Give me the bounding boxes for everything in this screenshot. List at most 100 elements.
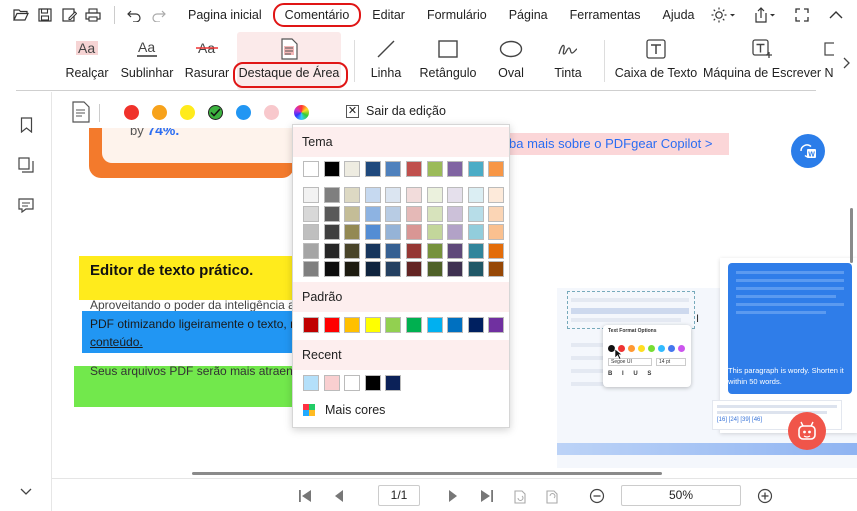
- theme-shade-swatch[interactable]: [488, 261, 505, 277]
- theme-shade-swatch[interactable]: [364, 205, 381, 222]
- save-as-icon[interactable]: [58, 4, 80, 26]
- theme-shade-swatch[interactable]: [447, 261, 464, 277]
- sidebar-expand-icon[interactable]: [14, 480, 38, 504]
- theme-color-swatch[interactable]: [364, 161, 381, 177]
- rotate-right-icon[interactable]: [542, 486, 562, 506]
- thumbnails-icon[interactable]: [14, 153, 38, 177]
- recent-color-swatch[interactable]: [385, 375, 402, 391]
- theme-shade-swatch[interactable]: [447, 224, 464, 240]
- comments-panel-icon[interactable]: [14, 193, 38, 217]
- theme-shade-swatch[interactable]: [344, 224, 361, 240]
- theme-shade-swatch[interactable]: [323, 224, 340, 240]
- standard-color-swatch[interactable]: [406, 317, 422, 333]
- tool-linha[interactable]: Linha: [366, 32, 406, 90]
- collapse-ribbon-icon[interactable]: [825, 4, 847, 26]
- theme-shade-swatch[interactable]: [406, 187, 422, 203]
- theme-shade-swatch[interactable]: [426, 224, 443, 240]
- theme-shade-swatch[interactable]: [323, 205, 340, 222]
- theme-shade-swatch[interactable]: [323, 242, 340, 259]
- ribbon-scroll-right-icon[interactable]: [838, 52, 856, 74]
- standard-color-swatch[interactable]: [426, 317, 443, 333]
- theme-shade-swatch[interactable]: [303, 224, 319, 240]
- theme-shade-swatch[interactable]: [344, 261, 361, 277]
- first-page-icon[interactable]: [295, 486, 315, 506]
- exit-edit-button[interactable]: ✕ Sair da edição: [346, 104, 446, 118]
- recent-color-swatch[interactable]: [364, 375, 381, 391]
- theme-shade-swatch[interactable]: [323, 187, 340, 203]
- theme-shade-swatch[interactable]: [426, 205, 443, 222]
- open-folder-icon[interactable]: [10, 4, 32, 26]
- theme-shade-swatch[interactable]: [323, 261, 340, 277]
- theme-shade-swatch[interactable]: [406, 205, 422, 222]
- theme-shade-swatch[interactable]: [364, 242, 381, 259]
- print-icon[interactable]: [82, 4, 104, 26]
- bookmark-icon[interactable]: [14, 113, 38, 137]
- menu-formulario[interactable]: Formulário: [416, 4, 498, 26]
- standard-color-swatch[interactable]: [364, 317, 381, 333]
- color-swatch-orange[interactable]: [152, 105, 167, 120]
- tool-tinta[interactable]: Tinta: [548, 32, 588, 90]
- theme-shade-swatch[interactable]: [467, 187, 484, 203]
- theme-shade-swatch[interactable]: [364, 261, 381, 277]
- theme-shade-swatch[interactable]: [447, 205, 464, 222]
- theme-color-swatch[interactable]: [467, 161, 484, 177]
- standard-color-swatch[interactable]: [488, 317, 505, 333]
- share-icon[interactable]: [751, 4, 779, 26]
- theme-shade-swatch[interactable]: [385, 261, 402, 277]
- next-page-icon[interactable]: [443, 486, 463, 506]
- undo-icon[interactable]: [123, 4, 145, 26]
- menu-pagina-inicial[interactable]: Pagina inicial: [177, 4, 273, 26]
- menu-editar[interactable]: Editar: [361, 4, 416, 26]
- color-swatch-pink[interactable]: [264, 105, 279, 120]
- menu-comentario[interactable]: Comentário: [272, 3, 362, 27]
- theme-shade-swatch[interactable]: [344, 205, 361, 222]
- zoom-in-icon[interactable]: [755, 486, 775, 506]
- tool-sublinhar[interactable]: Aa Sublinhar: [118, 32, 176, 90]
- theme-shade-swatch[interactable]: [467, 242, 484, 259]
- theme-shade-swatch[interactable]: [488, 187, 505, 203]
- recent-color-swatch[interactable]: [323, 375, 340, 391]
- recent-color-swatch[interactable]: [303, 375, 319, 391]
- theme-shade-swatch[interactable]: [364, 187, 381, 203]
- theme-shade-swatch[interactable]: [406, 224, 422, 240]
- theme-shade-swatch[interactable]: [467, 261, 484, 277]
- theme-color-swatch[interactable]: [344, 161, 361, 177]
- color-wheel-icon[interactable]: [294, 105, 309, 120]
- theme-shade-swatch[interactable]: [488, 242, 505, 259]
- last-page-icon[interactable]: [477, 486, 497, 506]
- menu-ferramentas[interactable]: Ferramentas: [559, 4, 652, 26]
- horizontal-scrollbar[interactable]: [192, 472, 662, 475]
- theme-shade-swatch[interactable]: [344, 242, 361, 259]
- ai-assistant-robot-icon[interactable]: [788, 412, 826, 450]
- page-number-field[interactable]: 1/1: [378, 485, 420, 506]
- theme-shade-swatch[interactable]: [385, 242, 402, 259]
- standard-color-swatch[interactable]: [385, 317, 402, 333]
- theme-shade-swatch[interactable]: [447, 187, 464, 203]
- theme-shade-swatch[interactable]: [303, 261, 319, 277]
- menu-pagina[interactable]: Página: [498, 4, 559, 26]
- theme-shade-swatch[interactable]: [385, 187, 402, 203]
- theme-shade-swatch[interactable]: [364, 224, 381, 240]
- color-swatch-red[interactable]: [124, 105, 139, 120]
- tool-rasurar[interactable]: Aa Rasurar: [183, 32, 231, 90]
- previous-page-icon[interactable]: [329, 486, 349, 506]
- save-icon[interactable]: [34, 4, 56, 26]
- standard-color-swatch[interactable]: [344, 317, 361, 333]
- tool-more[interactable]: N: [822, 32, 836, 90]
- tool-retangulo[interactable]: Retângulo: [418, 32, 478, 90]
- zoom-out-icon[interactable]: [587, 486, 607, 506]
- color-swatch-yellow[interactable]: [180, 105, 195, 120]
- theme-shade-swatch[interactable]: [467, 224, 484, 240]
- tool-maquina-de-escrever[interactable]: Máquina de Escrever: [703, 32, 821, 90]
- theme-color-swatch[interactable]: [426, 161, 443, 177]
- color-swatch-green-selected[interactable]: [208, 105, 223, 120]
- doc-copilot-link[interactable]: ba mais sobre o PDFgear Copilot >: [509, 133, 729, 155]
- theme-shade-swatch[interactable]: [385, 205, 402, 222]
- standard-color-swatch[interactable]: [323, 317, 340, 333]
- color-swatch-blue[interactable]: [236, 105, 251, 120]
- fullscreen-icon[interactable]: [791, 4, 813, 26]
- tool-oval[interactable]: Oval: [492, 32, 530, 90]
- theme-shade-swatch[interactable]: [488, 205, 505, 222]
- vertical-scrollbar[interactable]: [850, 208, 853, 263]
- standard-color-swatch[interactable]: [447, 317, 464, 333]
